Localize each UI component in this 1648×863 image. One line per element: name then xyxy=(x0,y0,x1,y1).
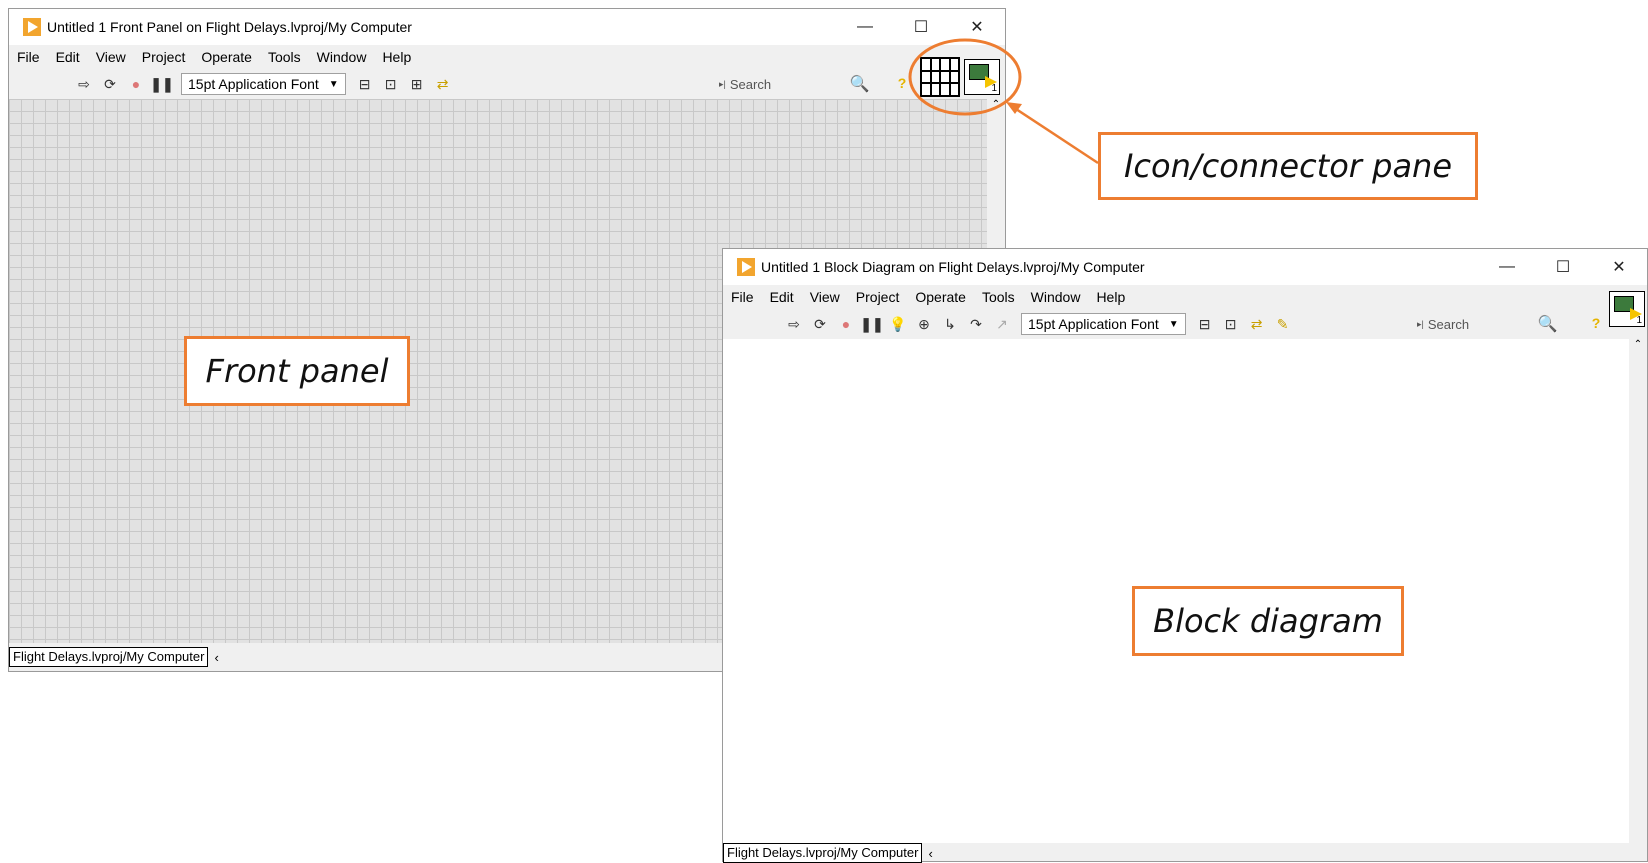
clean-up-diagram-icon[interactable]: ✎ xyxy=(1273,314,1293,334)
abort-icon[interactable]: ● xyxy=(126,74,146,94)
step-into-icon[interactable]: ↳ xyxy=(940,314,960,334)
align-objects-icon[interactable]: ⊟ xyxy=(1195,314,1215,334)
block-diagram-toolbar: ⇨ ⟳ ● ❚❚ 💡 ⊕ ↳ ↷ ↗ 15pt Application Font… xyxy=(723,309,1647,339)
abort-icon[interactable]: ● xyxy=(836,314,856,334)
front-panel-toolbar: ⇨ ⟳ ● ❚❚ 15pt Application Font ▼ ⊟ ⊡ ⊞ ⇄… xyxy=(9,69,1005,99)
front-panel-callout: Front panel xyxy=(184,336,410,406)
close-icon[interactable]: ✕ xyxy=(949,9,1005,45)
distribute-objects-icon[interactable]: ⊡ xyxy=(1221,314,1241,334)
scroll-left-icon[interactable]: ‹ xyxy=(928,846,932,861)
block-diagram-callout: Block diagram xyxy=(1132,586,1404,656)
vi-icon[interactable]: 1 xyxy=(964,59,1000,95)
reorder-icon[interactable]: ⇄ xyxy=(433,74,453,94)
scroll-left-icon[interactable]: ‹ xyxy=(214,650,218,665)
search-expander-icon: ▸| xyxy=(1417,318,1424,329)
run-arrow-icon[interactable]: ⇨ xyxy=(784,314,804,334)
minimize-icon[interactable]: — xyxy=(1479,249,1535,285)
menu-edit[interactable]: Edit xyxy=(48,49,88,65)
scroll-up-icon[interactable]: ⌃ xyxy=(992,99,1000,110)
menu-help[interactable]: Help xyxy=(374,49,419,65)
vi-icon[interactable]: 1 xyxy=(1609,291,1645,327)
search-input[interactable]: Search xyxy=(1428,317,1538,332)
pause-icon[interactable]: ❚❚ xyxy=(150,74,173,94)
run-arrow-icon[interactable]: ⇨ xyxy=(74,74,94,94)
retain-wire-values-icon[interactable]: ⊕ xyxy=(914,314,934,334)
step-out-icon[interactable]: ↗ xyxy=(992,314,1012,334)
block-diagram-title: Untitled 1 Block Diagram on Flight Delay… xyxy=(761,259,1145,275)
block-diagram-scrollbar[interactable]: ⌃ xyxy=(1629,339,1647,843)
labview-logo-icon xyxy=(737,258,755,276)
close-icon[interactable]: ✕ xyxy=(1591,249,1647,285)
menu-edit[interactable]: Edit xyxy=(762,289,802,305)
menu-window[interactable]: Window xyxy=(1023,289,1089,305)
search-box[interactable]: ▸| Search 🔍 xyxy=(1417,313,1558,335)
front-panel-title: Untitled 1 Front Panel on Flight Delays.… xyxy=(47,19,412,35)
icon-connector-callout: Icon/connector pane xyxy=(1098,132,1478,200)
menu-view[interactable]: View xyxy=(802,289,848,305)
block-diagram-window: Untitled 1 Block Diagram on Flight Delay… xyxy=(722,248,1648,863)
menu-file[interactable]: File xyxy=(9,49,48,65)
block-diagram-statusbar: Flight Delays.lvproj/My Computer ‹ xyxy=(723,843,933,863)
callout-arrow-head xyxy=(1006,102,1022,114)
menu-window[interactable]: Window xyxy=(309,49,375,65)
run-continuously-icon[interactable]: ⟳ xyxy=(100,74,120,94)
pause-icon[interactable]: ❚❚ xyxy=(860,314,883,334)
search-expander-icon: ▸| xyxy=(719,78,726,89)
help-icon[interactable]: ? xyxy=(1586,313,1606,333)
chevron-down-icon: ▼ xyxy=(328,78,339,90)
align-objects-icon[interactable]: ⊟ xyxy=(355,74,375,94)
search-input[interactable]: Search xyxy=(730,77,850,92)
labview-logo-icon xyxy=(23,18,41,36)
run-continuously-icon[interactable]: ⟳ xyxy=(810,314,830,334)
block-diagram-menubar: File Edit View Project Operate Tools Win… xyxy=(723,285,1647,309)
front-panel-statusbar: Flight Delays.lvproj/My Computer ‹ xyxy=(9,647,219,667)
highlight-execution-icon[interactable]: 💡 xyxy=(888,314,908,334)
distribute-objects-icon[interactable]: ⊡ xyxy=(381,74,401,94)
font-select-value: 15pt Application Font xyxy=(188,76,319,92)
project-context-label: Flight Delays.lvproj/My Computer xyxy=(723,843,923,863)
block-diagram-callout-text: Block diagram xyxy=(1153,602,1383,640)
step-over-icon[interactable]: ↷ xyxy=(966,314,986,334)
font-select[interactable]: 15pt Application Font ▼ xyxy=(181,73,346,95)
vi-icon-number: 1 xyxy=(991,83,997,94)
menu-file[interactable]: File xyxy=(723,289,762,305)
menu-view[interactable]: View xyxy=(88,49,134,65)
menu-operate[interactable]: Operate xyxy=(193,49,260,65)
resize-objects-icon[interactable]: ⊞ xyxy=(407,74,427,94)
connector-pane[interactable] xyxy=(920,57,960,97)
search-icon[interactable]: 🔍 xyxy=(1538,314,1558,334)
menu-project[interactable]: Project xyxy=(848,289,908,305)
search-box[interactable]: ▸| Search 🔍 xyxy=(719,73,870,95)
front-panel-titlebar[interactable]: Untitled 1 Front Panel on Flight Delays.… xyxy=(9,9,1005,45)
front-panel-menubar: File Edit View Project Operate Tools Win… xyxy=(9,45,1005,69)
font-select[interactable]: 15pt Application Font ▼ xyxy=(1021,313,1186,335)
icon-connector-callout-text: Icon/connector pane xyxy=(1123,147,1453,185)
callout-arrow-line xyxy=(1009,103,1099,165)
maximize-icon[interactable]: ☐ xyxy=(1535,249,1591,285)
reorder-icon[interactable]: ⇄ xyxy=(1247,314,1267,334)
project-context-label: Flight Delays.lvproj/My Computer xyxy=(9,647,209,667)
search-icon[interactable]: 🔍 xyxy=(850,74,870,94)
minimize-icon[interactable]: — xyxy=(837,9,893,45)
menu-help[interactable]: Help xyxy=(1088,289,1133,305)
front-panel-callout-text: Front panel xyxy=(205,352,389,390)
vi-icon-number: 1 xyxy=(1636,315,1642,326)
menu-operate[interactable]: Operate xyxy=(907,289,974,305)
menu-tools[interactable]: Tools xyxy=(260,49,309,65)
maximize-icon[interactable]: ☐ xyxy=(893,9,949,45)
menu-tools[interactable]: Tools xyxy=(974,289,1023,305)
font-select-value: 15pt Application Font xyxy=(1028,316,1159,332)
help-icon[interactable]: ? xyxy=(892,73,912,93)
chevron-down-icon: ▼ xyxy=(1168,318,1179,330)
scroll-up-icon[interactable]: ⌃ xyxy=(1634,339,1642,350)
block-diagram-titlebar[interactable]: Untitled 1 Block Diagram on Flight Delay… xyxy=(723,249,1647,285)
menu-project[interactable]: Project xyxy=(134,49,194,65)
